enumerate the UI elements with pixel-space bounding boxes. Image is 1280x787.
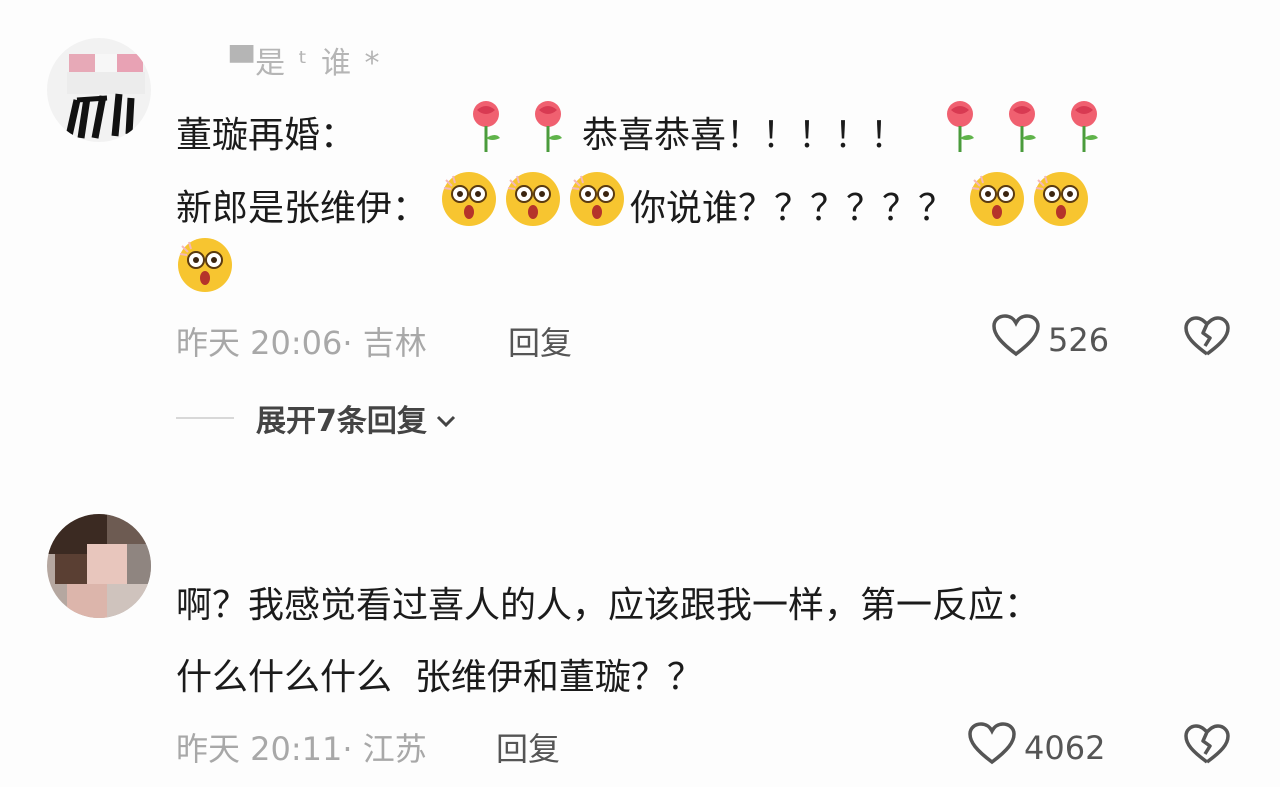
- chevron-down-icon: [435, 401, 457, 436]
- broken-heart-icon: [1184, 724, 1230, 770]
- shocked-emoji-icon: [504, 170, 562, 247]
- heart-icon: [992, 314, 1040, 366]
- rose-emoji-icon: [466, 98, 506, 173]
- avatar[interactable]: [47, 38, 151, 142]
- comment-text-line-1: 啊？我感觉看过喜人的人，应该跟我一样，第一反应：: [176, 576, 1040, 636]
- heart-icon: [968, 722, 1016, 774]
- shocked-emoji-icon: [176, 236, 234, 313]
- rose-emoji-icon: [940, 98, 980, 173]
- broken-heart-icon: [1184, 316, 1230, 362]
- divider: [176, 417, 234, 419]
- comment-text-line-3: [176, 236, 234, 313]
- avatar[interactable]: [47, 514, 151, 618]
- comment-2: 啊？我感觉看过喜人的人，应该跟我一样，第一反应： 什么什么什么 张维伊和董璇？？…: [0, 470, 1280, 787]
- comment-text: 恭喜恭喜！！！！！: [582, 114, 907, 156]
- timestamp: 昨天 20:06: [176, 324, 343, 362]
- comment-text-line-1: 董璇再婚： 恭喜恭喜！！！！！: [176, 98, 1104, 173]
- like-button[interactable]: 4062: [968, 722, 1105, 774]
- location: · 吉林: [342, 324, 427, 362]
- comment-meta: 昨天 20:06· 吉林: [176, 318, 427, 364]
- expand-replies-label: 展开7条回复: [256, 404, 427, 439]
- dislike-button[interactable]: [1184, 316, 1230, 362]
- expand-replies-button[interactable]: 展开7条回复: [176, 396, 457, 440]
- comment-text-line-2: 什么什么什么 张维伊和董璇？？: [176, 648, 703, 708]
- rose-emoji-icon: [1002, 98, 1042, 173]
- comment-text: 你说谁？？？？？？: [630, 187, 955, 229]
- comment-text-line-2: 新郎是张维伊： 你说谁？？？？？？: [176, 170, 1090, 247]
- rose-emoji-icon: [1064, 98, 1104, 173]
- shocked-emoji-icon: [568, 170, 626, 247]
- rose-emoji-icon: [528, 98, 568, 173]
- comment-1: ▀是 ᵗ 谁 * 董璇再婚： 恭喜恭喜！！！！！ 新郎是张维伊： 你说谁？？？？…: [0, 0, 1280, 470]
- shocked-emoji-icon: [440, 170, 498, 247]
- comment-text: 董璇再婚：: [176, 114, 357, 156]
- timestamp: 昨天 20:11: [176, 730, 343, 768]
- location: · 江苏: [342, 730, 427, 768]
- comment-text: 新郎是张维伊：: [176, 187, 429, 229]
- reply-button[interactable]: 回复: [508, 318, 572, 364]
- like-count: 526: [1048, 321, 1110, 359]
- username[interactable]: ▀是 ᵗ 谁 *: [230, 38, 382, 82]
- reply-button[interactable]: 回复: [496, 724, 560, 770]
- shocked-emoji-icon: [1032, 170, 1090, 247]
- like-button[interactable]: 526: [992, 314, 1109, 366]
- dislike-button[interactable]: [1184, 724, 1230, 770]
- comment-meta: 昨天 20:11· 江苏: [176, 724, 427, 770]
- shocked-emoji-icon: [968, 170, 1026, 247]
- comment-text: 什么什么什么 张维伊和董璇？？: [176, 657, 703, 698]
- like-count: 4062: [1024, 729, 1106, 767]
- comment-text: 啊？我感觉看过喜人的人，应该跟我一样，第一反应：: [176, 585, 1041, 626]
